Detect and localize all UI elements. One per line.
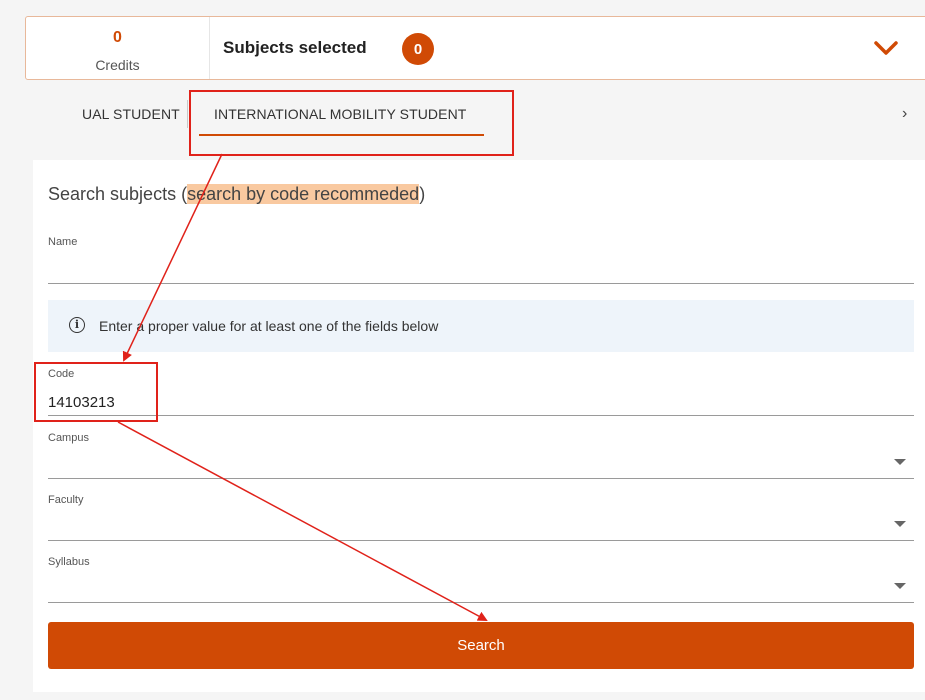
name-underline <box>48 283 914 284</box>
selection-summary: 0 Credits Subjects selected 0 <box>25 16 925 80</box>
annotation-box-code <box>34 362 158 422</box>
search-heading-highlight: search by code recommeded <box>187 184 420 204</box>
info-text: Enter a proper value for at least one of… <box>99 318 439 334</box>
search-panel <box>33 160 925 692</box>
code-underline <box>48 415 914 416</box>
annotation-box-tab <box>189 90 514 156</box>
chevron-right-icon[interactable]: › <box>902 105 907 123</box>
search-heading-prefix: Search subjects ( <box>48 184 188 204</box>
faculty-caret-down-icon[interactable] <box>894 521 906 527</box>
subjects-selected-title: Subjects selected <box>223 38 367 57</box>
faculty-underline <box>48 540 914 541</box>
credits-counter: 0 Credits <box>26 17 210 79</box>
campus-caret-down-icon[interactable] <box>894 459 906 465</box>
tab-ual-student[interactable]: UAL STUDENT <box>82 106 180 122</box>
search-heading-suffix: ) <box>419 184 426 204</box>
syllabus-label: Syllabus <box>48 556 90 568</box>
credits-value: 0 <box>113 29 122 46</box>
search-button[interactable]: Search <box>48 622 914 669</box>
syllabus-caret-down-icon[interactable] <box>894 583 906 589</box>
campus-underline <box>48 478 914 479</box>
syllabus-underline <box>48 602 914 603</box>
info-icon: i <box>69 317 85 333</box>
faculty-label: Faculty <box>48 494 84 506</box>
tab-divider <box>187 100 188 128</box>
chevron-down-icon[interactable] <box>873 39 899 57</box>
credits-label: Credits <box>95 57 140 73</box>
search-heading: Search subjects (search by code recommed… <box>48 184 425 205</box>
name-label: Name <box>48 236 78 248</box>
campus-label: Campus <box>48 432 89 444</box>
subjects-count-badge: 0 <box>402 33 434 65</box>
